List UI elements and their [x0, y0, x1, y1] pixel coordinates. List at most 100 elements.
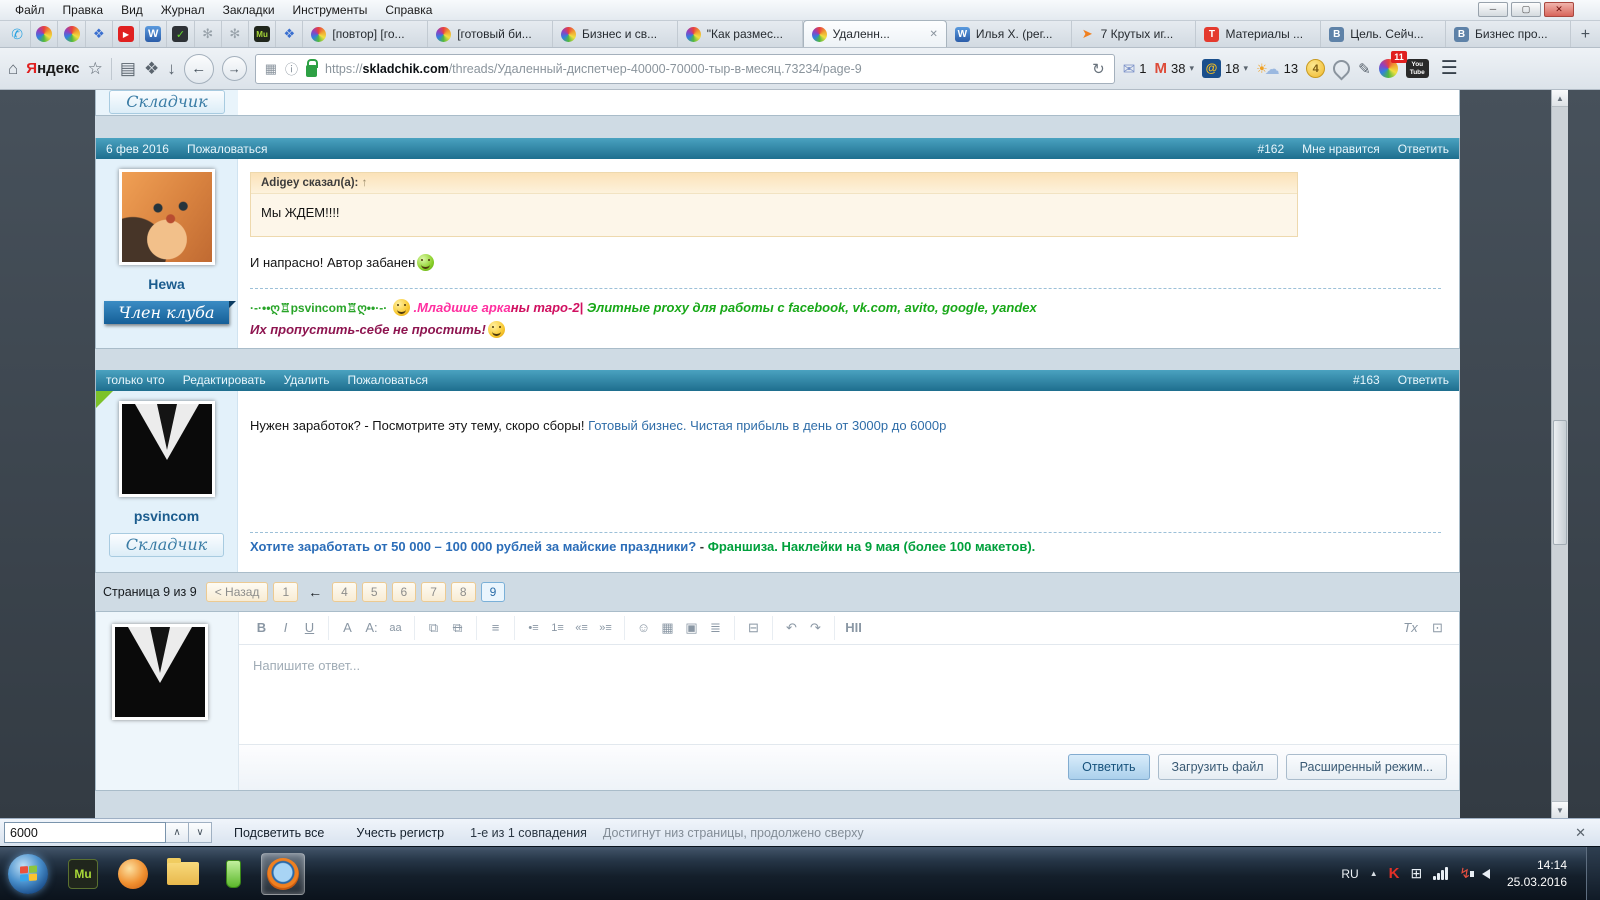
taskbar-firefox-active[interactable]: [261, 853, 305, 895]
page-button-4[interactable]: 4: [332, 582, 357, 602]
pinned-tab-youtube[interactable]: ▶: [113, 21, 140, 47]
gmail-widget[interactable]: M38▾: [1155, 60, 1195, 77]
thread-link[interactable]: Готовый бизнес. Чистая прибыль в день от…: [588, 418, 946, 433]
signature-link-taro-2[interactable]: ны таро-2|: [511, 300, 583, 315]
volume-icon[interactable]: [1482, 869, 1490, 879]
edit-link[interactable]: Редактировать: [183, 373, 266, 387]
network-signal-icon[interactable]: [1433, 867, 1448, 880]
avatar[interactable]: [119, 169, 215, 265]
page-button-5[interactable]: 5: [362, 582, 387, 602]
pocket-icon[interactable]: ❖: [144, 59, 159, 79]
page-button-6[interactable]: 6: [392, 582, 417, 602]
tab-close-icon[interactable]: ✕: [929, 29, 937, 40]
vertical-scrollbar[interactable]: ▲ ▼: [1551, 90, 1568, 818]
pinned-tab-forum-2[interactable]: [58, 21, 85, 47]
start-button[interactable]: [8, 854, 48, 894]
taskbar-explorer[interactable]: [161, 853, 205, 895]
bookmark-star-icon[interactable]: ☆: [88, 59, 103, 79]
extension-widget[interactable]: 11: [1379, 59, 1398, 78]
pinned-tab-gray-2[interactable]: ✻: [222, 21, 249, 47]
insert-media-button[interactable]: ▣: [680, 616, 703, 639]
clipboard-icon[interactable]: ▤: [120, 59, 136, 79]
yandex-button[interactable]: Яндекс: [26, 60, 79, 77]
back-button[interactable]: ←: [184, 54, 214, 84]
reload-icon[interactable]: ↻: [1092, 60, 1105, 78]
menu-bookmarks[interactable]: Закладки: [214, 1, 284, 19]
tab-udalenny-active[interactable]: Удаленн...✕: [803, 20, 947, 47]
heading-button[interactable]: HII: [842, 616, 865, 639]
minimize-button[interactable]: ─: [1478, 2, 1508, 17]
bullet-list-button[interactable]: •≡: [522, 616, 545, 639]
pinned-tab-gray-1[interactable]: ✻: [195, 21, 222, 47]
mailru-widget[interactable]: @18▾: [1202, 59, 1248, 78]
menu-edit[interactable]: Правка: [54, 1, 113, 19]
page-button-7[interactable]: 7: [421, 582, 446, 602]
redo-button[interactable]: ↷: [804, 616, 827, 639]
report-link[interactable]: Пожаловаться: [187, 142, 268, 156]
lock-icon[interactable]: [306, 65, 317, 77]
tab-povtor[interactable]: [повтор] [го...: [303, 21, 428, 47]
taskbar-browser-2[interactable]: [111, 853, 155, 895]
chevron-down-icon[interactable]: ▾: [1243, 63, 1248, 74]
chevron-down-icon[interactable]: ▾: [1189, 63, 1194, 74]
menu-file[interactable]: Файл: [6, 1, 54, 19]
mail-widget[interactable]: ✉1: [1123, 60, 1147, 78]
menu-view[interactable]: Вид: [112, 1, 152, 19]
post-date[interactable]: только что: [106, 373, 165, 387]
reply-button[interactable]: Ответить: [1068, 754, 1149, 780]
prev-page-button[interactable]: < Назад: [206, 582, 269, 602]
new-tab-button[interactable]: +: [1571, 23, 1600, 47]
page-button-8[interactable]: 8: [451, 582, 476, 602]
find-previous-button[interactable]: ∧: [166, 822, 189, 843]
pinned-tab-check[interactable]: ✓: [167, 21, 194, 47]
show-desktop-button[interactable]: [1586, 847, 1600, 900]
alignment-button[interactable]: ≡: [484, 616, 507, 639]
home-icon[interactable]: ⌂: [8, 59, 18, 79]
signature-link-taro[interactable]: .Младшие арка: [413, 300, 510, 315]
reply-link[interactable]: Ответить: [1398, 373, 1449, 387]
url-bar[interactable]: ▦ ⓘ https://skladchik.com/threads/Удален…: [255, 54, 1115, 84]
maximize-button[interactable]: ▢: [1511, 2, 1541, 17]
username[interactable]: Hewa: [148, 276, 185, 292]
font-family-button[interactable]: aa: [384, 616, 407, 639]
menu-tools[interactable]: Инструменты: [284, 1, 377, 19]
avatar[interactable]: [119, 401, 215, 497]
signature-offer[interactable]: Хотите заработать от 50 000 – 100 000 ру…: [250, 539, 696, 554]
tab-biznes-pro[interactable]: BБизнес про...: [1446, 21, 1571, 47]
numbered-list-button[interactable]: 1≡: [546, 616, 569, 639]
pinned-tab-phone[interactable]: ✆: [4, 21, 31, 47]
taskbar-clock[interactable]: 14:14 25.03.2016: [1507, 857, 1567, 891]
post-date[interactable]: 6 фев 2016: [106, 142, 169, 156]
insert-quote-button[interactable]: ≣: [704, 616, 727, 639]
tab-gotovy[interactable]: [готовый би...: [428, 21, 553, 47]
close-button[interactable]: ✕: [1544, 2, 1574, 17]
youtube-button[interactable]: YouTube: [1406, 59, 1429, 78]
drop-widget[interactable]: [1333, 60, 1350, 77]
reply-link[interactable]: Ответить: [1398, 142, 1449, 156]
delete-link[interactable]: Удалить: [284, 373, 330, 387]
site-icon[interactable]: ▦: [265, 61, 277, 77]
username[interactable]: psvincom: [134, 508, 199, 524]
menu-history[interactable]: Журнал: [152, 1, 214, 19]
remove-format-button[interactable]: Tx: [1399, 616, 1422, 639]
highlight-all-button[interactable]: Подсветить все: [224, 826, 334, 840]
url-text[interactable]: https://skladchik.com/threads/Удаленный-…: [325, 62, 862, 76]
bold-button[interactable]: B: [250, 616, 273, 639]
forward-button[interactable]: →: [222, 56, 247, 81]
tab-7-krutyh[interactable]: ➤7 Крутых иг...: [1072, 21, 1197, 47]
drafts-button[interactable]: ⊡: [1426, 616, 1449, 639]
pinned-tab-muse[interactable]: Mu: [249, 21, 276, 47]
insert-link-button[interactable]: ⧉: [422, 616, 445, 639]
page-button-9-current[interactable]: 9: [481, 582, 506, 602]
post-number[interactable]: #163: [1353, 373, 1380, 387]
page-button-1[interactable]: 1: [273, 582, 298, 602]
tab-ilya[interactable]: WИлья Х. (рег...: [947, 21, 1072, 47]
smiley-button[interactable]: ☺: [632, 616, 655, 639]
upload-file-button[interactable]: Загрузить файл: [1158, 754, 1278, 780]
post-number[interactable]: #162: [1257, 142, 1284, 156]
insert-image-button[interactable]: ▦: [656, 616, 679, 639]
find-input[interactable]: [4, 822, 166, 843]
quote-jump-arrow[interactable]: ↑: [362, 177, 368, 189]
info-icon[interactable]: ⓘ: [285, 59, 298, 78]
report-link[interactable]: Пожаловаться: [347, 373, 428, 387]
